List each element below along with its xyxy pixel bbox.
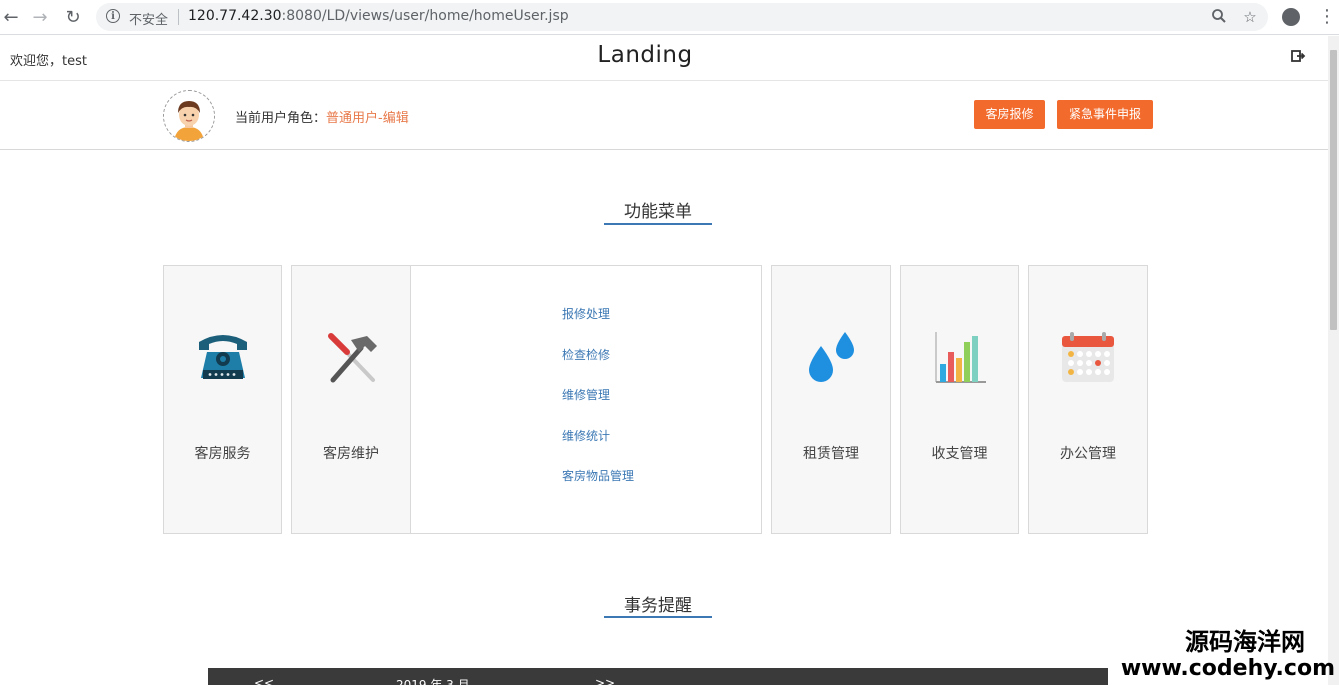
bar-chart-icon bbox=[930, 328, 990, 388]
url-host: 120.77.42.30 bbox=[188, 8, 282, 24]
card-label: 租赁管理 bbox=[803, 446, 859, 462]
card-label: 客房维护 bbox=[323, 446, 379, 462]
calendar-prev-button[interactable]: << bbox=[254, 676, 274, 690]
water-drops-icon bbox=[801, 328, 861, 388]
menu-section-title: 功能菜单 bbox=[624, 202, 692, 222]
info-icon[interactable]: i bbox=[106, 9, 120, 23]
back-icon[interactable]: ← bbox=[0, 6, 22, 28]
url-path: :8080/LD/views/user/home/homeUser.jsp bbox=[281, 8, 569, 24]
calendar-next-button[interactable]: >> bbox=[595, 676, 615, 690]
role-prefix: 当前用户角色： bbox=[235, 111, 327, 126]
card-income-expense-management[interactable]: 收支管理 bbox=[900, 265, 1019, 534]
card-room-maintenance[interactable]: 客房维护 bbox=[291, 265, 411, 534]
url-text[interactable]: 120.77.42.30:8080/LD/views/user/home/hom… bbox=[188, 8, 569, 24]
bookmark-star-icon[interactable]: ☆ bbox=[1241, 8, 1259, 26]
submenu-item-room-supplies[interactable]: 客房物品管理 bbox=[562, 467, 634, 484]
scrollbar-thumb[interactable] bbox=[1330, 50, 1337, 330]
submenu-item-maintenance-statistics[interactable]: 维修统计 bbox=[562, 427, 610, 444]
reminder-section-title: 事务提醒 bbox=[624, 596, 692, 616]
browser-toolbar: ← → ↻ i 不安全 120.77.42.30:8080/LD/views/u… bbox=[0, 0, 1339, 35]
address-divider bbox=[178, 9, 179, 25]
logout-icon[interactable] bbox=[1290, 48, 1306, 64]
brand-title: Landing bbox=[597, 42, 693, 68]
reload-icon[interactable]: ↻ bbox=[62, 6, 84, 28]
role-value: 普通用户-编辑 bbox=[326, 111, 409, 126]
card-room-service[interactable]: 客房服务 bbox=[163, 265, 282, 534]
avatar bbox=[163, 90, 215, 142]
more-menu-icon[interactable]: ⋮ bbox=[1318, 6, 1336, 28]
maintenance-submenu: 报修处理 检查检修 维修管理 维修统计 客房物品管理 bbox=[410, 265, 762, 534]
user-info-bar: 当前用户角色：普通用户-编辑 客房报修 紧急事件申报 bbox=[0, 81, 1328, 150]
calendar-header: << 2019 年 3 月 >> bbox=[208, 668, 1108, 692]
card-leasing-management[interactable]: 租赁管理 bbox=[771, 265, 891, 534]
telephone-icon bbox=[193, 328, 253, 388]
top-header: 欢迎您，test Landing bbox=[0, 36, 1328, 81]
reminder-section-underline bbox=[604, 616, 712, 618]
calendar-icon bbox=[1058, 328, 1118, 388]
card-label: 办公管理 bbox=[1060, 446, 1116, 462]
card-office-management[interactable]: 办公管理 bbox=[1028, 265, 1148, 534]
insecure-label: 不安全 bbox=[129, 13, 169, 28]
forward-icon[interactable]: → bbox=[29, 6, 51, 28]
profile-icon[interactable] bbox=[1282, 8, 1300, 26]
submenu-item-inspection[interactable]: 检查检修 bbox=[562, 346, 610, 363]
menu-section-underline bbox=[604, 223, 712, 225]
address-bar[interactable]: i 不安全 120.77.42.30:8080/LD/views/user/ho… bbox=[96, 3, 1268, 31]
submenu-item-maintenance-management[interactable]: 维修管理 bbox=[562, 386, 610, 403]
zoom-icon[interactable] bbox=[1210, 8, 1228, 26]
emergency-report-button[interactable]: 紧急事件申报 bbox=[1057, 100, 1153, 129]
page-scrollbar[interactable] bbox=[1328, 36, 1339, 685]
room-repair-button[interactable]: 客房报修 bbox=[974, 100, 1045, 129]
watermark-line1: 源码海洋网 bbox=[1185, 628, 1305, 656]
watermark-line2: www.codehy.com bbox=[1120, 656, 1335, 681]
watermark: 源码海洋网 www.codehy.com bbox=[1121, 628, 1335, 682]
tools-icon bbox=[321, 328, 381, 388]
card-label: 客房服务 bbox=[194, 446, 251, 462]
role-label: 当前用户角色：普通用户-编辑 bbox=[235, 107, 409, 126]
submenu-item-repair-handling[interactable]: 报修处理 bbox=[562, 305, 610, 322]
card-label: 收支管理 bbox=[931, 446, 988, 462]
